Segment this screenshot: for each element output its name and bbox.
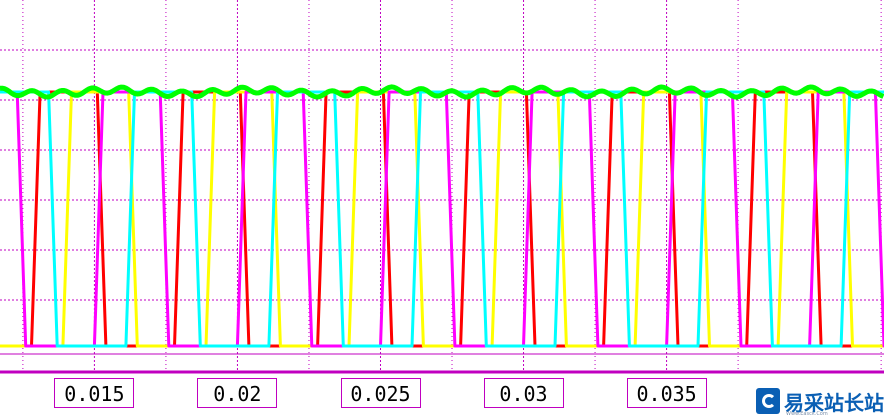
- logo-subtext: Www.Easck.Com: [786, 411, 828, 417]
- waveform-chart: [0, 0, 884, 374]
- x-tick-label: 0.015: [54, 378, 135, 408]
- x-tick-label: 0.03: [483, 378, 564, 408]
- x-tick-label: 0.02: [197, 378, 278, 408]
- series-lines: [0, 84, 884, 348]
- x-tick-label: 0.025: [340, 378, 421, 408]
- logo-icon: [756, 388, 780, 414]
- x-tick-label: 0.035: [626, 378, 707, 408]
- watermark-logo: 易采站长站 Www.Easck.Com: [752, 384, 884, 418]
- x-axis: [0, 353, 884, 374]
